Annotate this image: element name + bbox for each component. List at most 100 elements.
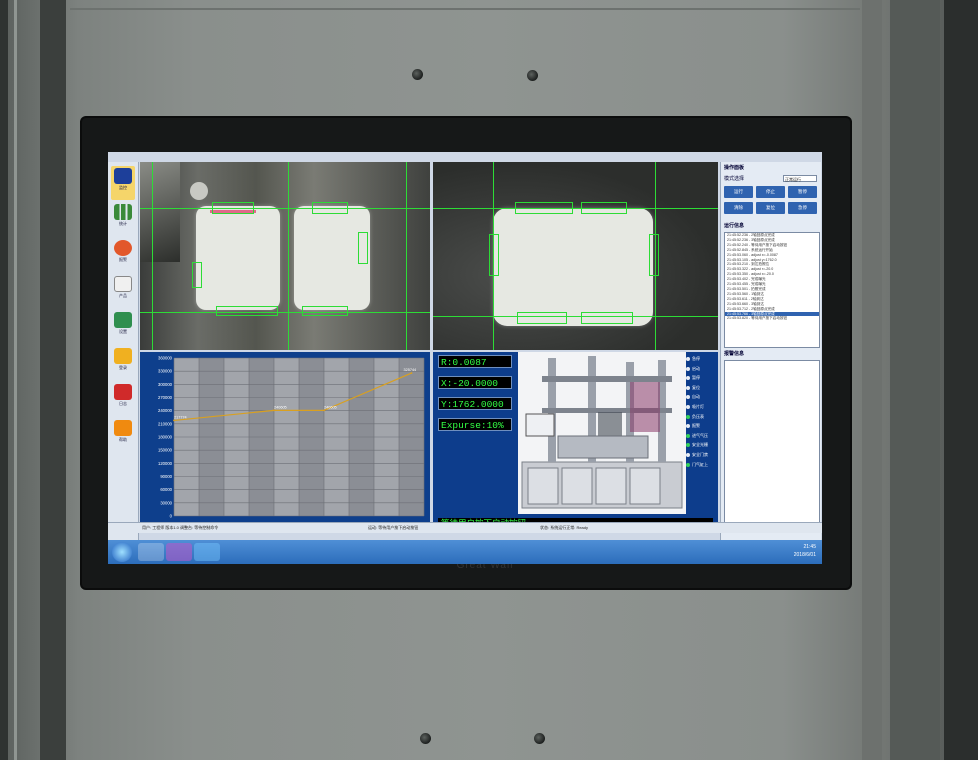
data-label: 240605	[324, 405, 337, 409]
monitor-icon	[114, 168, 132, 184]
workpiece	[493, 208, 653, 326]
edge-detect-box	[212, 202, 254, 214]
alarm-list[interactable]	[724, 360, 820, 530]
reset-button[interactable]: 复位	[756, 202, 785, 214]
x-value-readout: X:-20.0000	[438, 376, 512, 389]
cabinet-frame-rail	[40, 0, 66, 760]
clear-button[interactable]: 清除	[724, 202, 753, 214]
y-tick-label: 330000	[158, 369, 173, 374]
toolbar-item-settings[interactable]: 设置	[111, 310, 135, 344]
io-indicator-label: 安全光栅	[692, 442, 708, 448]
y-tick-label: 210000	[158, 421, 173, 426]
app-task-icon[interactable]	[194, 543, 220, 561]
io-indicator-label: 进气气压	[692, 432, 708, 438]
explorer-task-icon[interactable]	[138, 543, 164, 561]
cabinet-frame-edge	[14, 0, 17, 760]
hmi-screen: 监控 统计 报警 产品 设置 登录 日志 帮助 0 30000 60000 90…	[108, 152, 822, 564]
io-indicator-label: 复位	[692, 384, 700, 390]
io-indicator: 报警	[686, 423, 718, 429]
cabinet-frame-right	[890, 0, 940, 760]
edge-detect-box	[216, 306, 278, 316]
bolt	[527, 70, 538, 81]
emergency-stop-button[interactable]: 急停	[788, 202, 817, 214]
status-dot-icon	[686, 366, 690, 371]
log-icon	[114, 384, 132, 400]
toolbar-item-monitor[interactable]: 监控	[111, 166, 135, 200]
toolbar-item-help[interactable]: 帮助	[111, 418, 135, 452]
y-tick-label: 360000	[158, 356, 173, 361]
run-log-list[interactable]: 21:45:52.236 - 2轴回原点完成 21:45:52.236 - 3轴回…	[724, 232, 820, 348]
toolbar-label: 监控	[119, 185, 127, 190]
toolbar-item-log[interactable]: 日志	[111, 382, 135, 416]
status-bar: 用户: 工程师 版本1.0 调整台: 等待控制命令 运动: 等待用户按下启动按钮…	[108, 522, 822, 533]
edge-detect-box	[489, 234, 499, 276]
status-motion: 运动: 等待用户按下启动按钮	[368, 525, 419, 530]
data-point	[323, 409, 325, 412]
status-panel: R:0.0087 X:-20.0000 Y:1762.0000 Expurse:…	[433, 352, 718, 532]
edge-detect-box	[358, 232, 368, 264]
status-user: 用户: 工程师 版本1.0 调整台: 等待控制命令	[142, 525, 219, 530]
camera-view-left	[140, 162, 430, 350]
mode-select[interactable]: 正常运行	[783, 175, 817, 182]
status-dot-icon	[686, 424, 690, 429]
edge-detect-box	[649, 234, 659, 276]
io-indicator-label: 安全门禁	[692, 452, 708, 457]
fixture-shadow	[140, 162, 180, 262]
toolbar-item-product[interactable]: 产品	[111, 274, 135, 308]
document-icon	[114, 276, 132, 292]
workpiece	[196, 206, 280, 310]
log-line[interactable]: 21:45:53.820 - 等待用户按下启动按钮	[725, 316, 819, 321]
clock-date: 2018/6/01	[793, 552, 816, 558]
toolbar-item-statistics[interactable]: 统计	[111, 202, 135, 236]
mode-label: 模式选择	[724, 176, 745, 182]
status-dot-icon	[686, 433, 690, 438]
y-tick-label: 300000	[158, 382, 173, 387]
data-point	[273, 409, 275, 412]
toolbar-item-alarm[interactable]: 报警	[111, 238, 135, 272]
alarm-title: 报警信息	[724, 351, 745, 357]
line-chart: 0 30000 60000 90000 120000 150000 180000 210000…	[158, 356, 426, 527]
status-dot-icon	[686, 356, 690, 361]
system-clock: 21:45 2018/6/01	[794, 543, 816, 559]
edge-detect-box	[515, 202, 573, 214]
toolbar-label: 帮助	[119, 437, 127, 442]
status-dot-icon	[686, 395, 690, 400]
y-tick-label: 60000	[160, 487, 172, 492]
left-toolbar: 监控 统计 报警 产品 设置 登录 日志 帮助	[108, 162, 139, 540]
io-indicator: 复位	[686, 385, 718, 391]
y-tick-label: 270000	[158, 395, 173, 400]
status-dot-icon	[686, 385, 690, 390]
guide-line-horizontal	[433, 316, 718, 317]
pressure-chart-panel: 0 30000 60000 90000 120000 150000 180000 210000…	[140, 352, 430, 532]
r-value-readout: R:0.0087	[438, 355, 512, 368]
alarm-icon	[114, 240, 132, 256]
io-indicator: 暂停	[686, 375, 718, 381]
edge-detect-box	[517, 312, 567, 324]
toolbar-label: 日志	[119, 401, 127, 406]
toolbar-label: 统计	[119, 221, 127, 226]
pause-button[interactable]: 暂停	[788, 186, 817, 198]
y-tick-label: 150000	[158, 448, 173, 453]
io-indicator: 门气缸上	[686, 462, 718, 468]
io-indicator-label: 吸片灯	[692, 404, 704, 409]
clock-time: 21:45	[803, 544, 816, 550]
io-indicator: 自动	[686, 394, 718, 400]
edge-detect-box	[312, 202, 348, 214]
guide-line-horizontal	[433, 208, 718, 209]
stop-button[interactable]: 停止	[756, 186, 785, 198]
guide-line-vertical	[406, 162, 407, 350]
io-indicator-label: 自动	[692, 394, 700, 400]
bolt	[420, 733, 431, 744]
status-dot-icon	[686, 462, 690, 467]
io-indicator: 吸片灯	[686, 404, 718, 410]
toolbar-item-login[interactable]: 登录	[111, 346, 135, 380]
edge-detect-box	[192, 262, 202, 288]
status-dot-icon	[686, 452, 690, 457]
guide-line-horizontal	[140, 208, 430, 209]
y-tick-label: 90000	[160, 474, 172, 479]
y-tick-label: 120000	[158, 461, 173, 466]
visual-studio-task-icon[interactable]	[166, 543, 192, 561]
start-button-icon[interactable]	[112, 542, 132, 562]
machine-diagram	[518, 352, 686, 514]
run-button[interactable]: 运行	[724, 186, 753, 198]
